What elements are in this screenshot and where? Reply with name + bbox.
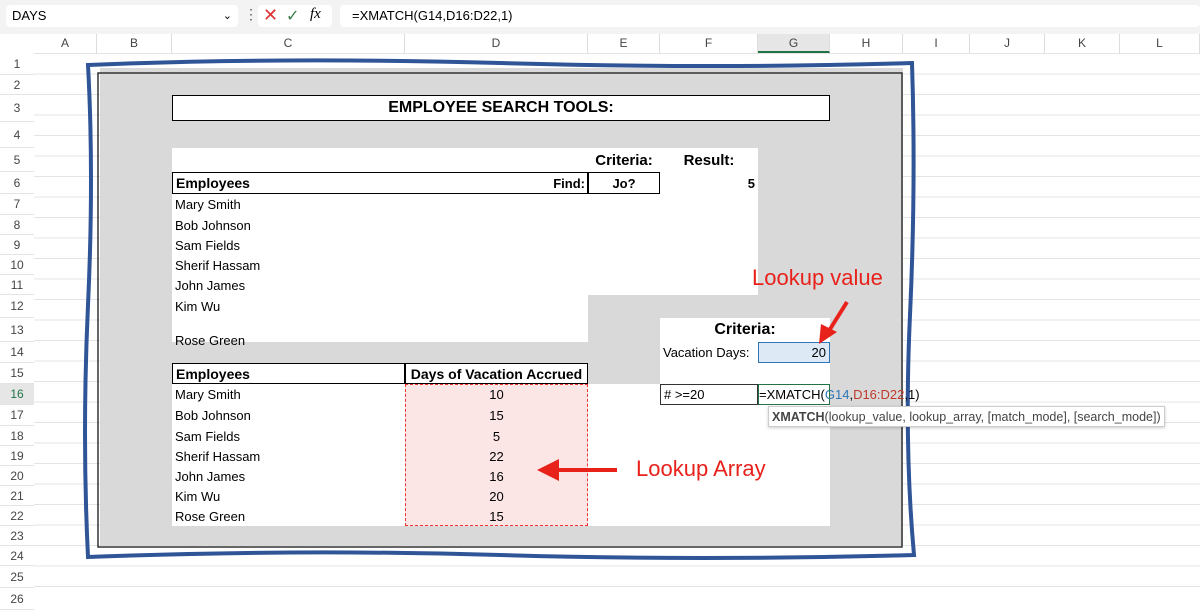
row-header-14[interactable]: 14 [0, 342, 34, 363]
cancel-icon[interactable]: ✕ [263, 5, 278, 26]
column-header-H[interactable]: H [830, 34, 903, 53]
column-header-C[interactable]: C [172, 34, 405, 53]
row-header-23[interactable]: 23 [0, 526, 34, 546]
ge-label: # >=20 [660, 384, 758, 405]
formula-arg2: D16:D22 [853, 387, 904, 402]
tooltip-args: (lookup_value, lookup_array, [match_mode… [825, 410, 1161, 424]
formula-controls: ✕ ✓ fx [258, 5, 332, 27]
more-icon[interactable]: ⋮ [244, 6, 258, 23]
column-header-L[interactable]: L [1120, 34, 1200, 53]
formula-rest: ,1) [904, 387, 919, 402]
find-label: Find: [405, 172, 588, 194]
search-employee-name: Bob Johnson [172, 215, 405, 235]
search-employee-name: Mary Smith [172, 194, 405, 215]
lookup-array-annotation: Lookup Array [636, 456, 766, 482]
vacation-employee-name: John James [172, 466, 405, 486]
search-employee-name: Kim Wu [172, 295, 405, 318]
arrow-icon [535, 456, 620, 486]
lookup-value-annotation: Lookup value [752, 265, 883, 291]
row-header-26[interactable]: 26 [0, 588, 34, 610]
row-header-5[interactable]: 5 [0, 148, 34, 172]
vacation-days-label: Vacation Days: [660, 342, 758, 363]
name-box[interactable]: DAYS ⌄ [6, 5, 238, 27]
vacation-employee-name: Sherif Hassam [172, 446, 405, 466]
search-employee-name: Sam Fields [172, 235, 405, 255]
row-header-15[interactable]: 15 [0, 363, 34, 384]
vacation-days-value: 10 [405, 384, 588, 405]
row-header-20[interactable]: 20 [0, 466, 34, 486]
row-header-2[interactable]: 2 [0, 75, 34, 95]
function-tooltip[interactable]: XMATCH(lookup_value, lookup_array, [matc… [768, 406, 1165, 427]
vacation-days-value: 5 [405, 426, 588, 446]
fx-icon[interactable]: fx [310, 6, 321, 23]
vacation-days-value: 15 [405, 506, 588, 526]
vacation-days-value: 20 [405, 486, 588, 506]
vac-days-header: Days of Vacation Accrued [405, 363, 588, 384]
row-header-7[interactable]: 7 [0, 194, 34, 215]
column-header-B[interactable]: B [97, 34, 172, 53]
column-header-I[interactable]: I [903, 34, 970, 53]
enter-icon[interactable]: ✓ [286, 6, 299, 26]
chevron-down-icon[interactable]: ⌄ [223, 5, 232, 27]
row-header-9[interactable]: 9 [0, 235, 34, 255]
search-employee-name: Rose Green [172, 318, 405, 363]
title: EMPLOYEE SEARCH TOOLS: [172, 95, 830, 121]
column-header-F[interactable]: F [660, 34, 758, 53]
row-header-17[interactable]: 17 [0, 405, 34, 426]
column-header-E[interactable]: E [588, 34, 660, 53]
result-label: Result: [660, 148, 758, 172]
vacation-employee-name: Kim Wu [172, 486, 405, 506]
column-header-D[interactable]: D [405, 34, 588, 53]
criteria-label: Criteria: [588, 148, 660, 172]
criteria-input[interactable]: Jo? [588, 172, 660, 194]
tooltip-fn: XMATCH [772, 410, 825, 424]
vacation-employee-name: Bob Johnson [172, 405, 405, 426]
column-header-J[interactable]: J [970, 34, 1045, 53]
column-header-G[interactable]: G [758, 34, 830, 53]
row-header-25[interactable]: 25 [0, 566, 34, 588]
row-header-3[interactable]: 3 [0, 95, 34, 122]
arrow-icon [815, 298, 855, 348]
active-cell-formula[interactable]: =XMATCH(G14,D16:D22,1) [758, 384, 958, 405]
vacation-employee-name: Mary Smith [172, 384, 405, 405]
row-header-8[interactable]: 8 [0, 215, 34, 235]
row-header-16[interactable]: 16 [0, 384, 34, 405]
search-employee-name: John James [172, 275, 405, 295]
vac-employees-header: Employees [172, 363, 405, 384]
row-header-13[interactable]: 13 [0, 318, 34, 342]
row-header-18[interactable]: 18 [0, 426, 34, 446]
column-header-K[interactable]: K [1045, 34, 1120, 53]
column-header-A[interactable]: A [34, 34, 97, 53]
name-box-value: DAYS [12, 8, 46, 23]
row-header-19[interactable]: 19 [0, 446, 34, 466]
row-header-6[interactable]: 6 [0, 172, 34, 194]
vacation-days-value: 15 [405, 405, 588, 426]
vacation-employee-name: Rose Green [172, 506, 405, 526]
vacation-employee-name: Sam Fields [172, 426, 405, 446]
row-header-10[interactable]: 10 [0, 255, 34, 275]
row-header-4[interactable]: 4 [0, 122, 34, 148]
search-employee-name: Sherif Hassam [172, 255, 405, 275]
formula-bar: DAYS ⌄ ⋮ ✕ ✓ fx =XMATCH(G14,D16:D22,1) [0, 0, 1200, 34]
row-header-24[interactable]: 24 [0, 546, 34, 566]
row-header-21[interactable]: 21 [0, 486, 34, 506]
row-header-12[interactable]: 12 [0, 295, 34, 318]
row-header-1[interactable]: 1 [0, 53, 34, 75]
result-value: 5 [660, 172, 758, 194]
criteria2-label: Criteria: [660, 318, 830, 342]
row-header-22[interactable]: 22 [0, 506, 34, 526]
row-header-11[interactable]: 11 [0, 275, 34, 295]
formula-input[interactable]: =XMATCH(G14,D16:D22,1) [340, 5, 1200, 27]
